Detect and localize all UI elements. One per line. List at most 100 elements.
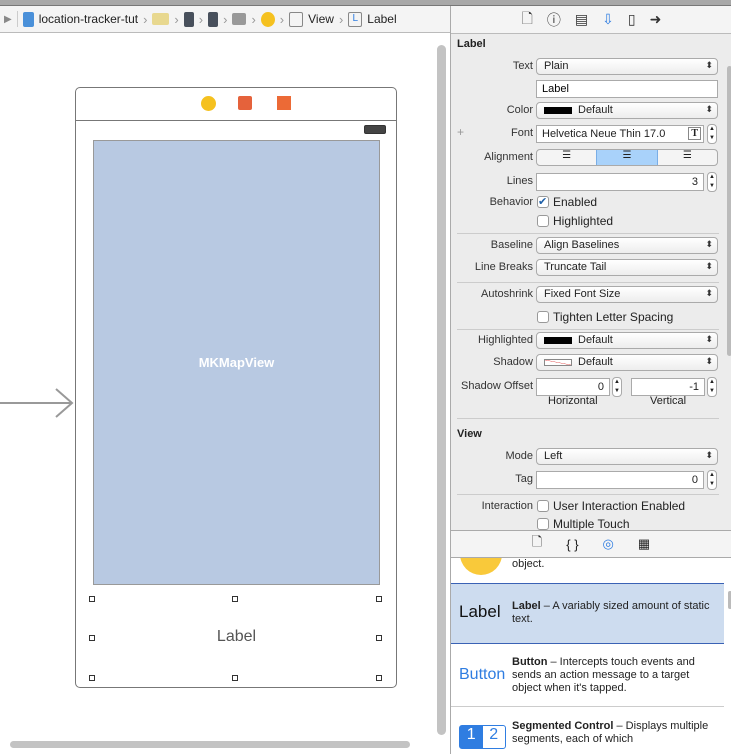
media-library-icon[interactable]: ▦ — [638, 536, 650, 552]
breadcrumb-project[interactable]: location-tracker-tut — [39, 12, 138, 26]
font-field[interactable]: Helvetica Neue Thin 17.0 T — [536, 125, 704, 143]
resize-handle[interactable] — [232, 596, 238, 602]
scene-file-icon[interactable] — [208, 11, 219, 27]
code-snippet-library-icon[interactable]: { } — [566, 537, 578, 552]
object-icon — [460, 558, 502, 575]
size-inspector-icon[interactable]: ▯ — [628, 11, 636, 28]
map-view[interactable]: MKMapView — [93, 140, 380, 585]
segmented-control-preview: 1 2 — [459, 725, 506, 749]
view-icon[interactable] — [289, 11, 304, 27]
list-item[interactable]: object. — [451, 558, 724, 583]
item-title: Label — [512, 600, 541, 612]
list-item-label[interactable]: Label Label – A variably sized amount of… — [451, 583, 724, 644]
text-label: Text — [512, 60, 533, 72]
divider — [457, 233, 719, 234]
divider — [457, 329, 719, 330]
shadow-offset-label: Shadow Offset — [461, 380, 533, 392]
connections-inspector-icon[interactable]: ➜ — [650, 11, 662, 28]
breadcrumb-view[interactable]: View — [308, 12, 334, 26]
file-inspector-icon[interactable]: 🗋 — [522, 8, 533, 32]
font-value: Helvetica Neue Thin 17.0 — [542, 128, 666, 140]
highlighted-color-popup[interactable]: Default — [536, 332, 718, 349]
tag-field[interactable]: 0 — [536, 471, 704, 489]
align-left-button[interactable]: ☰ — [537, 150, 596, 165]
resize-handle[interactable] — [376, 596, 382, 602]
scene-dock — [76, 88, 396, 121]
enabled-label: Enabled — [553, 195, 598, 209]
interaction-label: Interaction — [481, 500, 533, 512]
object-library-icon[interactable]: ◎ — [603, 536, 614, 552]
align-center-button[interactable]: ☰ — [596, 150, 658, 165]
vertical-stepper[interactable]: ▲ ▼ — [707, 377, 717, 397]
highlighted-checkbox[interactable] — [537, 215, 549, 227]
multiple-touch-checkbox[interactable] — [537, 518, 549, 530]
exit-icon[interactable] — [277, 96, 291, 110]
controller-object-icon[interactable] — [260, 11, 275, 27]
label-icon[interactable]: L — [348, 11, 363, 27]
resize-handle[interactable] — [89, 675, 95, 681]
item-description: – A variably sized amount of static text… — [512, 600, 710, 625]
color-value: Default — [578, 104, 613, 116]
enabled-checkbox[interactable]: ✔ — [537, 196, 549, 208]
resize-handle[interactable] — [89, 596, 95, 602]
list-item-segmented-control[interactable]: 1 2 Segmented Control – Displays multipl… — [451, 708, 724, 754]
list-item-button[interactable]: Button Button – Intercepts touch events … — [451, 644, 724, 707]
shadow-popup[interactable]: Default — [536, 354, 718, 371]
section-view: View — [457, 428, 482, 440]
text-type-popup[interactable]: Plain — [536, 58, 718, 75]
shadow-value: Default — [578, 356, 613, 368]
lines-field[interactable]: 3 — [536, 173, 704, 191]
line-breaks-popup[interactable]: Truncate Tail — [536, 259, 718, 276]
horizontal-stepper[interactable]: ▲ ▼ — [612, 377, 622, 397]
first-responder-icon[interactable] — [238, 96, 252, 110]
view-controller-icon[interactable] — [232, 13, 247, 25]
resize-handle[interactable] — [232, 675, 238, 681]
font-label: Font — [510, 127, 533, 139]
divider — [457, 418, 719, 419]
font-picker-icon[interactable]: T — [688, 127, 701, 140]
play-icon[interactable]: ▶ — [4, 14, 12, 25]
mode-popup[interactable]: Left — [536, 448, 718, 465]
tighten-checkbox[interactable] — [537, 311, 549, 323]
highlighted-color-label: Highlighted — [477, 334, 533, 346]
multiple-touch-label: Multiple Touch — [553, 517, 630, 531]
mode-label: Mode — [505, 450, 533, 462]
canvas-horizontal-scrollbar[interactable] — [10, 741, 410, 748]
section-label: Label — [457, 38, 486, 50]
add-font-variation-icon[interactable]: + — [457, 125, 464, 139]
help-icon[interactable]: ⓘ — [547, 10, 561, 30]
view-controller-icon[interactable] — [201, 96, 216, 111]
object-library: object. Label Label – A variably sized a… — [450, 558, 731, 754]
scene-file-icon[interactable] — [183, 11, 194, 27]
jump-bar: ▶ location-tracker-tut › › › › › › View … — [0, 6, 450, 33]
color-swatch — [544, 106, 572, 114]
inspector-scrollbar[interactable] — [727, 66, 731, 356]
selected-label[interactable]: Label — [93, 628, 380, 646]
attributes-inspector-icon[interactable]: ⇩ — [602, 11, 614, 28]
identity-inspector-icon[interactable]: ▤ — [575, 11, 588, 28]
font-size-stepper[interactable]: ▲ ▼ — [707, 124, 717, 144]
highlighted-label: Highlighted — [553, 214, 614, 228]
color-popup[interactable]: Default — [536, 102, 718, 119]
align-right-button[interactable]: ☰ — [658, 150, 717, 165]
library-tabs: 🗋 { } ◎ ▦ — [450, 530, 731, 558]
folder-icon[interactable] — [152, 13, 170, 25]
vertical-offset-field[interactable]: -1 — [631, 378, 705, 396]
resize-handle[interactable] — [376, 675, 382, 681]
divider — [457, 282, 719, 283]
canvas-vertical-scrollbar[interactable] — [437, 45, 446, 735]
user-interaction-checkbox[interactable] — [537, 500, 549, 512]
file-template-library-icon[interactable]: 🗋 — [532, 533, 542, 555]
baseline-popup[interactable]: Align Baselines — [536, 237, 718, 254]
autoshrink-popup[interactable]: Fixed Font Size — [536, 286, 718, 303]
divider — [457, 494, 719, 495]
tighten-label: Tighten Letter Spacing — [553, 310, 674, 324]
inspector-tabs: 🗋 ⓘ ▤ ⇩ ▯ ➜ — [451, 6, 731, 34]
tag-stepper[interactable]: ▲ ▼ — [707, 470, 717, 490]
horizontal-offset-field[interactable]: 0 — [536, 378, 610, 396]
breadcrumb-label[interactable]: Label — [367, 12, 396, 26]
initial-scene-arrow-icon — [0, 388, 74, 418]
label-text-field[interactable] — [536, 80, 718, 98]
lines-stepper[interactable]: ▲ ▼ — [707, 172, 717, 192]
autoshrink-label: Autoshrink — [481, 288, 533, 300]
